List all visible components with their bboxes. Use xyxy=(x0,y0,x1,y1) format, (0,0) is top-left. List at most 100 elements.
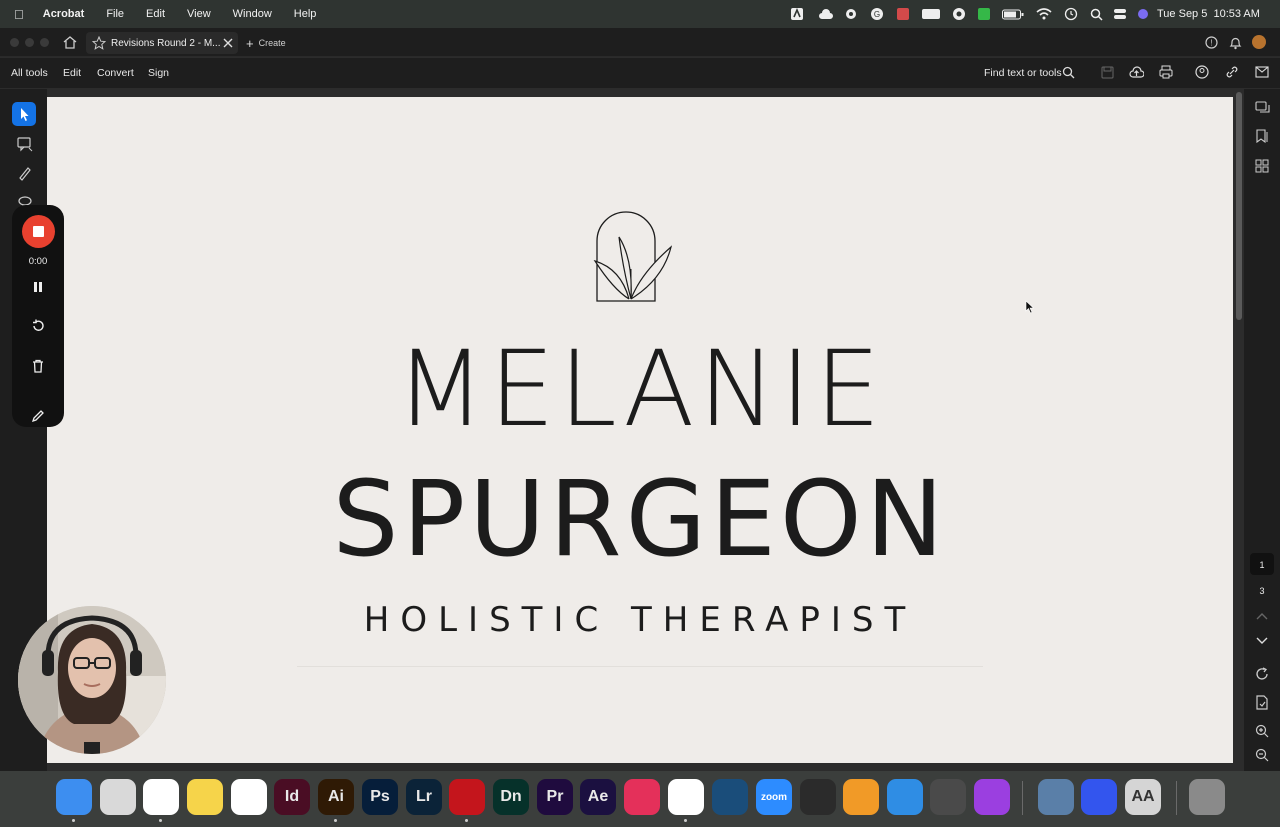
highlight-pen-icon[interactable] xyxy=(17,165,33,181)
webcam-bubble[interactable] xyxy=(18,606,166,754)
close-window-button[interactable] xyxy=(10,38,19,47)
dock-keynote-icon[interactable] xyxy=(887,779,923,815)
dock-finder-icon[interactable] xyxy=(56,779,92,815)
cloud-icon[interactable] xyxy=(818,8,834,20)
spotlight-icon[interactable] xyxy=(1090,8,1103,21)
clipboard-icon[interactable] xyxy=(978,7,990,21)
page-fit-icon[interactable] xyxy=(1255,695,1269,710)
thumbnails-panel-icon[interactable] xyxy=(1255,159,1269,173)
dock-photos-icon[interactable] xyxy=(231,779,267,815)
stop-recording-button[interactable] xyxy=(22,215,55,248)
help-icon[interactable]: ! xyxy=(1205,36,1218,49)
dock-podcasts-icon[interactable] xyxy=(974,779,1010,815)
dock-font-book-icon[interactable]: AA xyxy=(1125,779,1161,815)
create-tab-button[interactable]: + Create xyxy=(246,34,286,52)
bookmarks-panel-icon[interactable] xyxy=(1255,129,1270,143)
comment-tool-icon[interactable] xyxy=(17,136,33,152)
save-icon[interactable] xyxy=(1101,66,1114,79)
create-label: Create xyxy=(258,38,286,48)
wifi-icon[interactable] xyxy=(1036,8,1052,20)
menu-app-name[interactable]: Acrobat xyxy=(32,8,96,20)
time-machine-icon[interactable] xyxy=(1064,7,1078,21)
sign-button[interactable]: Sign xyxy=(148,67,169,79)
bell-icon[interactable] xyxy=(1229,36,1242,50)
chrome-tray-icon[interactable] xyxy=(952,7,966,21)
print-icon[interactable] xyxy=(1159,65,1173,79)
zoom-in-icon[interactable] xyxy=(1255,724,1269,738)
dock-separator xyxy=(1176,781,1177,815)
dock-notes-icon[interactable] xyxy=(187,779,223,815)
dock-illustrator-icon[interactable]: Ai xyxy=(318,779,354,815)
gear-icon[interactable] xyxy=(844,7,858,21)
comments-panel-icon[interactable] xyxy=(1255,101,1270,115)
star-icon[interactable] xyxy=(92,36,106,50)
dock-premiere-icon[interactable]: Pr xyxy=(537,779,573,815)
chevron-down-icon[interactable] xyxy=(1256,637,1268,645)
vertical-scrollbar[interactable] xyxy=(1236,92,1242,320)
trash-icon[interactable] xyxy=(32,359,44,373)
menu-view[interactable]: View xyxy=(176,8,222,20)
grammarly-icon[interactable]: G xyxy=(870,7,884,21)
dock-clickup-icon[interactable] xyxy=(668,779,704,815)
link-icon[interactable] xyxy=(1225,65,1239,79)
home-icon[interactable] xyxy=(63,36,77,49)
zoom-out-icon[interactable] xyxy=(1255,748,1269,762)
tab-document[interactable]: Revisions Round 2 - M... xyxy=(86,32,238,54)
select-tool-button[interactable] xyxy=(12,102,36,126)
convert-button[interactable]: Convert xyxy=(97,67,134,79)
menu-help[interactable]: Help xyxy=(283,8,328,20)
share-user-icon[interactable] xyxy=(1195,65,1209,79)
close-tab-icon[interactable] xyxy=(223,38,233,48)
dock-pages-icon[interactable] xyxy=(843,779,879,815)
dock-chrome-icon[interactable] xyxy=(143,779,179,815)
dock-photoshop-icon[interactable]: Ps xyxy=(362,779,398,815)
dock-zoom-icon[interactable]: zoom xyxy=(756,779,792,815)
dock-premiere-label: Pr xyxy=(546,788,564,805)
dock-garageband-icon[interactable] xyxy=(800,779,836,815)
dock-font-book-label: AA xyxy=(1131,788,1155,805)
dock-dimension-icon[interactable]: Dn xyxy=(493,779,529,815)
restart-icon[interactable] xyxy=(31,319,45,333)
dock-perplexity-icon[interactable] xyxy=(1081,779,1117,815)
adobe-tray-icon[interactable] xyxy=(790,7,804,21)
email-icon[interactable] xyxy=(1255,66,1269,78)
control-center-icon[interactable] xyxy=(1113,8,1127,20)
plus-icon: + xyxy=(246,35,254,51)
minimize-window-button[interactable] xyxy=(25,38,34,47)
dock-indesign-icon[interactable]: Id xyxy=(274,779,310,815)
cursor-arrow-icon xyxy=(21,108,29,121)
dock-calculator-icon[interactable] xyxy=(930,779,966,815)
document-page[interactable]: MELANIE SPURGEON HOLISTIC THERAPIST xyxy=(47,97,1233,763)
rotate-icon[interactable] xyxy=(1255,667,1269,681)
divider-line xyxy=(297,666,983,667)
dropbox-icon[interactable] xyxy=(896,7,910,21)
dock-quicktime-icon[interactable] xyxy=(712,779,748,815)
clock[interactable]: Tue Sep 5 10:53 AM xyxy=(1157,8,1260,20)
menu-file[interactable]: File xyxy=(95,8,135,20)
menu-edit[interactable]: Edit xyxy=(135,8,176,20)
pause-icon[interactable] xyxy=(33,281,43,293)
menu-window[interactable]: Window xyxy=(222,8,283,20)
dock-launchpad-icon[interactable] xyxy=(100,779,136,815)
search-icon[interactable] xyxy=(1062,66,1075,79)
dock-trash-icon[interactable] xyxy=(1189,779,1225,815)
pencil-icon[interactable] xyxy=(31,409,45,423)
dock-creative-cloud-icon[interactable] xyxy=(624,779,660,815)
battery-icon[interactable] xyxy=(1002,9,1024,20)
upload-cloud-icon[interactable] xyxy=(1129,65,1144,79)
dock-separator xyxy=(1022,781,1023,815)
dock-acrobat-icon[interactable] xyxy=(449,779,485,815)
wd-icon[interactable] xyxy=(922,8,940,20)
dock-lightroom-icon[interactable]: Lr xyxy=(406,779,442,815)
find-tools-button[interactable]: Find text or tools xyxy=(984,67,1062,79)
current-page-number[interactable]: 1 xyxy=(1244,560,1280,570)
apple-icon[interactable]:  xyxy=(0,7,32,22)
zoom-window-button[interactable] xyxy=(40,38,49,47)
avatar[interactable] xyxy=(1252,35,1266,49)
all-tools-button[interactable]: All tools xyxy=(11,67,48,79)
edit-button[interactable]: Edit xyxy=(63,67,81,79)
dock-preview-icon[interactable] xyxy=(1038,779,1074,815)
dock-after-effects-icon[interactable]: Ae xyxy=(580,779,616,815)
chevron-up-icon[interactable] xyxy=(1256,612,1268,620)
siri-icon[interactable] xyxy=(1137,8,1149,20)
